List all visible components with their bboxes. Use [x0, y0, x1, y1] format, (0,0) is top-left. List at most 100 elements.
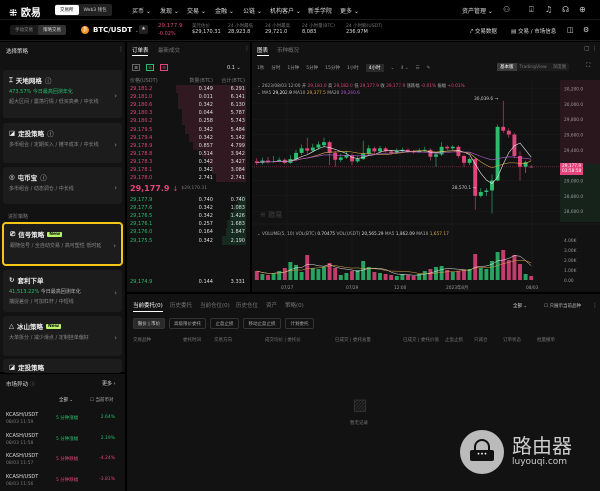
more-link[interactable]: 更多 ›	[102, 380, 116, 387]
tp-sl-button[interactable]: 止盈止损	[210, 318, 239, 329]
volume-bar	[271, 273, 276, 280]
chevron-right-icon: ›	[114, 91, 117, 100]
toggle-web3[interactable]: Web3 钱包	[79, 5, 112, 15]
current-pair-checkbox[interactable]: ☐ 当前币对	[90, 397, 113, 403]
orderbook-row[interactable]: 29,180.6 0.342 6.130	[127, 101, 250, 110]
tab-orderbook[interactable]: 订单表	[132, 46, 149, 54]
bell-icon[interactable]: ♫	[545, 5, 552, 14]
stat-24h-low: 24 小时最低 28,923.8	[228, 24, 254, 35]
asset-management[interactable]: 资产管理 ⌄	[462, 6, 493, 15]
view-asks-icon[interactable]: ☰	[160, 64, 168, 71]
nav-buy[interactable]: 买币 ⌄	[132, 6, 151, 15]
nav-institution[interactable]: 机构客户 ⌄	[270, 6, 301, 15]
logo[interactable]: ⁜ 欧易	[9, 4, 41, 19]
orderbook-row[interactable]: 29,178.1 0.342 3.084	[127, 165, 250, 175]
candlestick-chart[interactable]: 30,200.0 30,000.0 29,800.0 29,600.0 29,400.0…	[252, 42, 600, 292]
orderbook-row[interactable]: 29,174.9 0.144 3.331	[127, 278, 250, 286]
volume-tick: 3.00K	[564, 248, 577, 254]
orderbook-row[interactable]: 29,178.0 2.741 2.741	[127, 174, 250, 183]
volume-bar	[266, 275, 270, 280]
only-current-checkbox[interactable]: ☐ 只展示当前品种	[544, 303, 581, 309]
stat-24h-high: 24 小时最高 29,721.0	[265, 24, 291, 35]
watermark-router-icon: •••	[460, 430, 504, 474]
price-tick: 29,800.0	[564, 117, 583, 123]
candle-body	[310, 147, 315, 151]
strategy-card-signal[interactable]: ⎚ 信号策略 New 跟随信号 / 全自动交易 / 高可塑性 低时延 ›	[2, 222, 123, 266]
trailing-stop-button[interactable]: 移动止盈止损	[243, 318, 281, 329]
nav-finance[interactable]: 金融 ⌄	[215, 6, 234, 15]
strategy-card-arbitrage[interactable]: ↻ 套利下单 41,513.22% 今日最高回测年化 捕捉差价 / 可加杠杆 / …	[3, 270, 122, 312]
trigger-order-button[interactable]: 计划委托	[285, 318, 314, 329]
orderbook-row[interactable]: 29,179.4 0.342 5.142	[127, 133, 250, 142]
strategy-card-hoard[interactable]: ◎ 屯币宝 ⓘ 多币组合 / 动态调仓 / 中长线 ›	[3, 167, 122, 204]
candle-body	[450, 146, 455, 149]
headset-icon[interactable]: ☊	[562, 5, 569, 14]
pair-selector[interactable]: BTC/USDT ⌄	[93, 26, 139, 34]
market-info-button[interactable]: ▤ 交易 / 市场信息	[511, 27, 556, 35]
tab-order-history[interactable]: 历史委托	[170, 301, 192, 309]
more-options-icon[interactable]: ⋮	[118, 46, 124, 53]
globe-icon[interactable]: ⊕	[579, 5, 586, 14]
orderbook-row[interactable]: 29,180.2 0.258 5.743	[127, 117, 250, 126]
orderbook-row[interactable]: 29,176.5 0.342 1.426	[127, 212, 250, 221]
manual-trade-tab[interactable]: 手动交易	[10, 25, 38, 35]
market-mover-row[interactable]: KCASH/USDT 08/03 11:57 5 分钟跌幅 -4.24%	[0, 451, 125, 469]
orderbook-row[interactable]: 29,176.0 0.164 1.847	[127, 228, 250, 237]
tab-positions[interactable]: 当前仓位(0)	[200, 301, 230, 309]
trade-data-button[interactable]: ⤤ 交易数据	[470, 27, 497, 36]
more-options-icon[interactable]: ⋮	[244, 45, 250, 52]
orderbook-row[interactable]: 29,181.0 0.011 6.141	[127, 93, 250, 102]
info-icon[interactable]: ⓘ	[40, 172, 47, 182]
orderbook-row[interactable]: 29,178.3 0.342 3.427	[127, 157, 250, 166]
orderbook-row[interactable]: 29,178.8 0.514 3.942	[127, 149, 250, 158]
iceberg-icon: △	[9, 322, 14, 330]
strategy-panel: 选择策略 ⋮ ⌶ 天地网格 ⓘ 473.57% 今日最高回测年化 超大区间 / 震荡…	[0, 42, 125, 373]
orders-filter-dropdown[interactable]: 全部 ⌄	[513, 303, 527, 309]
advanced-limit-button[interactable]: 高级限价委托	[169, 318, 206, 329]
toggle-exchange[interactable]: 交易所	[55, 5, 79, 15]
strategy-trade-tab[interactable]: 策略交易	[38, 25, 66, 35]
orderbook-row[interactable]: 29,177.9 0.740 0.740	[127, 196, 250, 205]
orderbook-row[interactable]: 29,176.1 0.257 1.683	[127, 220, 250, 229]
strategy-card-dca-2[interactable]: ◪ 定投策略	[3, 359, 122, 373]
orderbook-row[interactable]: 29,180.3 0.044 5.787	[127, 109, 250, 118]
orderbook-row[interactable]: 29,175.5 0.342 2.190	[127, 236, 250, 245]
market-mover-row[interactable]: KCASH/USDT 08/03 11:59 5 分钟涨幅 2.64%	[0, 410, 125, 428]
nav-discover[interactable]: 发现 ⌄	[160, 6, 179, 15]
strategy-card-iceberg[interactable]: △ 冰山策略 New 大单拆分 / 减少滑点 / 定制挂单偏好 ›	[3, 316, 122, 356]
precision-dropdown[interactable]: 0.1 ⌄	[227, 65, 241, 71]
info-icon[interactable]: ⓘ	[45, 75, 52, 85]
favorite-star-icon[interactable]: ★	[139, 25, 148, 34]
strategy-card-grid[interactable]: ⌶ 天地网格 ⓘ 473.57% 今日最高回测年化 超大区间 / 震荡行情 / 低买…	[3, 70, 122, 118]
settings-icon[interactable]: ⚙	[583, 26, 589, 34]
asks-list: 29,181.2 0.149 6.291 29,181.0 0.011 6.141 29,1…	[127, 85, 250, 183]
tab-open-orders[interactable]: 当前委托(0)	[133, 301, 163, 309]
orderbook-row[interactable]: 29,177.6 0.342 1.083	[127, 204, 250, 213]
strategy-card-dca[interactable]: ◪ 定投策略 ⓘ 多币组合 / 定期买入 / 摊平成本 / 中长线 ›	[3, 123, 122, 163]
orderbook-row[interactable]: 29,178.9 0.857 4.799	[127, 141, 250, 150]
layout-icon[interactable]: ◫	[567, 26, 574, 34]
download-icon[interactable]: ⍗	[529, 5, 534, 15]
user-icon[interactable]: ⚇	[503, 5, 510, 14]
volume-bar	[484, 269, 489, 280]
tab-recent-trades[interactable]: 最新成交	[158, 46, 180, 54]
limit-market-button[interactable]: 限价 | 市价	[133, 318, 165, 329]
market-mover-row[interactable]: KCASH/USDT 08/03 11:56 5 分钟跌幅 -3.81%	[0, 472, 125, 490]
tab-assets[interactable]: 资产	[266, 301, 277, 309]
volume-bar	[327, 263, 332, 280]
nav-trade[interactable]: 交易 ⌄	[187, 6, 206, 15]
orderbook-row[interactable]: 29,181.2 0.149 6.291	[127, 85, 250, 94]
tab-position-history[interactable]: 历史仓位	[236, 301, 258, 309]
orderbook-row[interactable]: 29,179.5 0.342 5.484	[127, 125, 250, 134]
more-options-icon[interactable]: ⋮	[592, 302, 598, 309]
tab-strategies[interactable]: 策略(0)	[285, 301, 304, 309]
view-bids-icon[interactable]: ☰	[146, 64, 154, 71]
nav-chain[interactable]: 公链 ⌄	[243, 6, 262, 15]
filter-dropdown[interactable]: 全部 ⌄	[59, 397, 73, 403]
market-mover-row[interactable]: KCASH/USDT 08/03 11:58 5 分钟涨幅 2.19%	[0, 431, 125, 449]
view-both-icon[interactable]: ☰	[132, 64, 140, 71]
nav-more[interactable]: 更多 ⌄	[340, 6, 359, 15]
candle-body	[372, 148, 377, 152]
nav-academy[interactable]: 新手学院	[308, 6, 332, 15]
info-icon[interactable]: ⓘ	[47, 128, 54, 138]
